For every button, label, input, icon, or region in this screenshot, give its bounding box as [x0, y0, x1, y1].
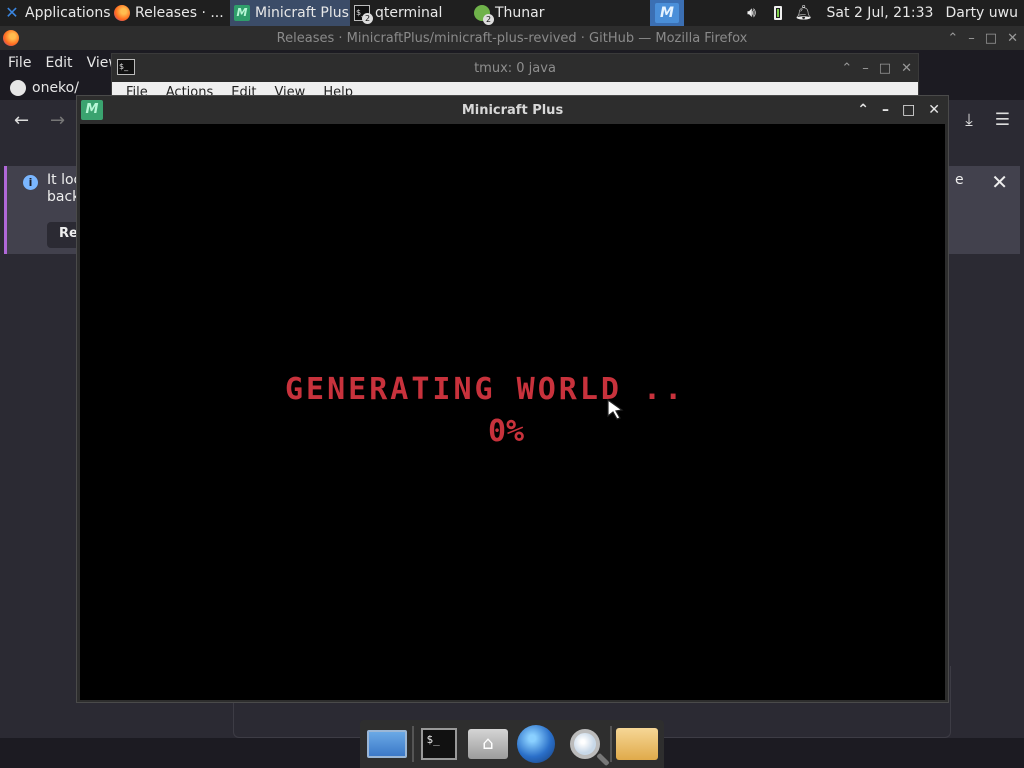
taskbar-item-firefox[interactable]: Releases · ... — [110, 0, 230, 26]
github-icon — [10, 80, 26, 96]
battery-icon[interactable] — [765, 5, 791, 21]
shade-icon[interactable]: ⌃ — [841, 61, 852, 76]
minimize-icon[interactable]: – — [862, 61, 869, 76]
menu-edit[interactable]: Edit — [45, 55, 72, 71]
taskbar-item-thunar[interactable]: 2 Thunar — [470, 0, 590, 26]
firefox-icon — [3, 30, 19, 46]
menu-file[interactable]: File — [8, 55, 31, 71]
firefox-titlebar[interactable]: Releases · MinicraftPlus/minicraft-plus-… — [0, 26, 1024, 50]
taskbar-item-label: Releases · ... — [135, 5, 224, 21]
window-title: Releases · MinicraftPlus/minicraft-plus-… — [276, 30, 748, 46]
minicraft-titlebar[interactable]: M Minicraft Plus ⌃ – □ ✕ — [77, 96, 948, 124]
magnifier-icon — [569, 729, 600, 759]
window-title: Minicraft Plus — [461, 102, 564, 118]
dock: $_ — [360, 720, 664, 768]
terminal-icon: $_ 2 — [354, 5, 373, 24]
shade-icon[interactable]: ⌃ — [947, 31, 958, 46]
window-controls: ⌃ – □ ✕ — [947, 26, 1018, 50]
shade-icon[interactable]: ⌃ — [857, 102, 869, 118]
globe-icon — [517, 725, 556, 763]
dock-file-manager[interactable] — [613, 722, 661, 766]
window-title: tmux: 0 java — [474, 60, 556, 76]
notice-text-tail: e — [955, 172, 964, 188]
taskbar-item-minicraft[interactable]: M Minicraft Plus — [230, 0, 350, 26]
dock-show-desktop[interactable] — [363, 722, 411, 766]
back-arrow-icon[interactable]: ← — [14, 110, 50, 131]
window-count-badge: 2 — [483, 14, 494, 25]
minimize-icon[interactable]: – — [882, 102, 889, 118]
window-controls: ⌃ – □ ✕ — [857, 96, 940, 124]
info-icon: i — [23, 175, 38, 190]
game-canvas[interactable]: Generating World .. 0% — [80, 124, 945, 700]
close-icon[interactable]: ✕ — [928, 102, 940, 118]
oneko-cursor-icon — [607, 398, 624, 420]
tab-label[interactable]: oneko/ — [32, 80, 79, 96]
close-icon[interactable]: ✕ — [901, 61, 912, 76]
user-menu[interactable]: Darty uwu — [945, 5, 1024, 21]
volume-icon[interactable]: 🔊︎ — [739, 5, 765, 21]
taskbar-item-qterminal[interactable]: $_ 2 qterminal — [350, 0, 470, 26]
window-count-badge: 2 — [362, 13, 373, 24]
system-tray: 🔊︎ 🔔︎ Sat 2 Jul, 21:33 Darty uwu — [739, 0, 1024, 26]
clock[interactable]: Sat 2 Jul, 21:33 — [817, 5, 946, 21]
firefox-icon — [114, 5, 130, 21]
taskbar-item-label: Thunar — [495, 5, 545, 21]
maximize-icon[interactable]: □ — [879, 61, 891, 76]
dock-app-finder[interactable] — [560, 722, 608, 766]
maximize-icon[interactable]: □ — [985, 31, 997, 46]
minicraft-icon: M — [81, 100, 103, 120]
dock-home-folder[interactable] — [464, 722, 512, 766]
minicraft-launcher-button[interactable]: M — [650, 0, 684, 26]
generation-progress-text: 0% — [488, 414, 525, 449]
home-folder-icon — [467, 729, 508, 759]
notification-bell-icon[interactable]: 🔔︎ — [791, 5, 817, 21]
applications-menu-button[interactable]: ✕ Applications — [0, 0, 110, 26]
top-panel: ✕ Applications Releases · ... M Minicraf… — [0, 0, 1024, 26]
window-controls: ⌃ – □ ✕ — [841, 54, 912, 82]
minicraft-window: M Minicraft Plus ⌃ – □ ✕ Generating Worl… — [76, 95, 949, 703]
hamburger-menu-icon[interactable]: ☰ — [995, 110, 1010, 130]
show-desktop-icon — [367, 730, 408, 758]
download-icon[interactable]: ⤓ — [965, 110, 973, 130]
minimize-icon[interactable]: – — [968, 31, 975, 46]
minicraft-icon: M — [655, 3, 679, 23]
terminal-icon: $_ — [421, 728, 458, 760]
applications-label: Applications — [25, 5, 110, 21]
dock-web-browser[interactable] — [512, 722, 560, 766]
maximize-icon[interactable]: □ — [902, 102, 915, 118]
minicraft-icon: M — [234, 5, 250, 21]
taskbar-item-label: qterminal — [375, 5, 443, 21]
thunar-icon: 2 — [474, 5, 494, 25]
xfce-logo-icon: ✕ — [5, 3, 19, 22]
taskbar-item-label: Minicraft Plus — [255, 5, 349, 21]
dock-terminal[interactable]: $_ — [415, 722, 463, 766]
folder-icon — [615, 728, 658, 760]
close-icon[interactable]: ✕ — [1007, 31, 1018, 46]
close-icon[interactable]: ✕ — [991, 170, 1008, 194]
tmux-titlebar[interactable]: $_ tmux: 0 java ⌃ – □ ✕ — [112, 54, 918, 82]
terminal-icon: $_ — [117, 59, 135, 75]
